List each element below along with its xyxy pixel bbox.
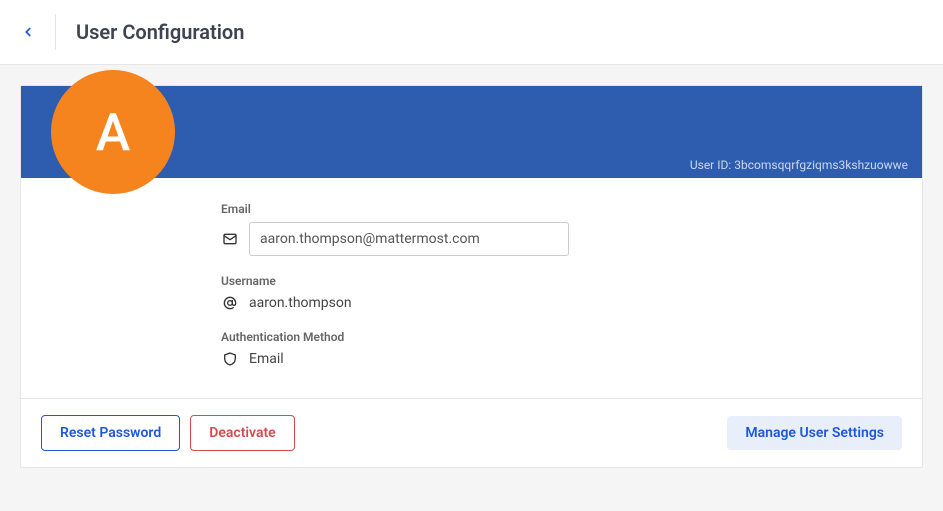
chevron-left-icon (21, 25, 35, 39)
shield-icon (221, 350, 239, 368)
at-icon (221, 294, 239, 312)
fields-section: Email Username aaron.thompson (21, 178, 922, 398)
back-button[interactable] (20, 14, 56, 50)
user-banner: A User ID: 3bcomsqqrfgziqms3kshzuowwe (21, 86, 922, 178)
user-id-prefix: User ID: (690, 158, 734, 172)
user-id-display: User ID: 3bcomsqqrfgziqms3kshzuowwe (690, 158, 908, 172)
user-card: A User ID: 3bcomsqqrfgziqms3kshzuowwe Em… (20, 85, 923, 468)
auth-method-label: Authentication Method (221, 330, 898, 344)
avatar: A (51, 70, 175, 194)
manage-user-settings-button[interactable]: Manage User Settings (727, 416, 902, 450)
card-footer: Reset Password Deactivate Manage User Se… (21, 398, 922, 467)
avatar-letter: A (96, 102, 130, 163)
auth-method-row: Email (221, 350, 898, 368)
auth-method-value: Email (249, 351, 284, 367)
field-auth-method: Authentication Method Email (221, 330, 898, 368)
username-row: aaron.thompson (221, 294, 898, 312)
email-label: Email (221, 202, 898, 216)
field-username: Username aaron.thompson (221, 274, 898, 312)
deactivate-button[interactable]: Deactivate (190, 415, 294, 451)
user-id-value: 3bcomsqqrfgziqms3kshzuowwe (734, 158, 908, 172)
reset-password-button[interactable]: Reset Password (41, 415, 180, 451)
email-row (221, 222, 898, 256)
username-label: Username (221, 274, 898, 288)
username-value: aaron.thompson (249, 295, 352, 311)
page-header: User Configuration (0, 0, 943, 65)
page-title: User Configuration (76, 20, 244, 44)
email-input[interactable] (249, 222, 569, 256)
field-email: Email (221, 202, 898, 256)
content-area: A User ID: 3bcomsqqrfgziqms3kshzuowwe Em… (0, 65, 943, 488)
email-icon (221, 230, 239, 248)
